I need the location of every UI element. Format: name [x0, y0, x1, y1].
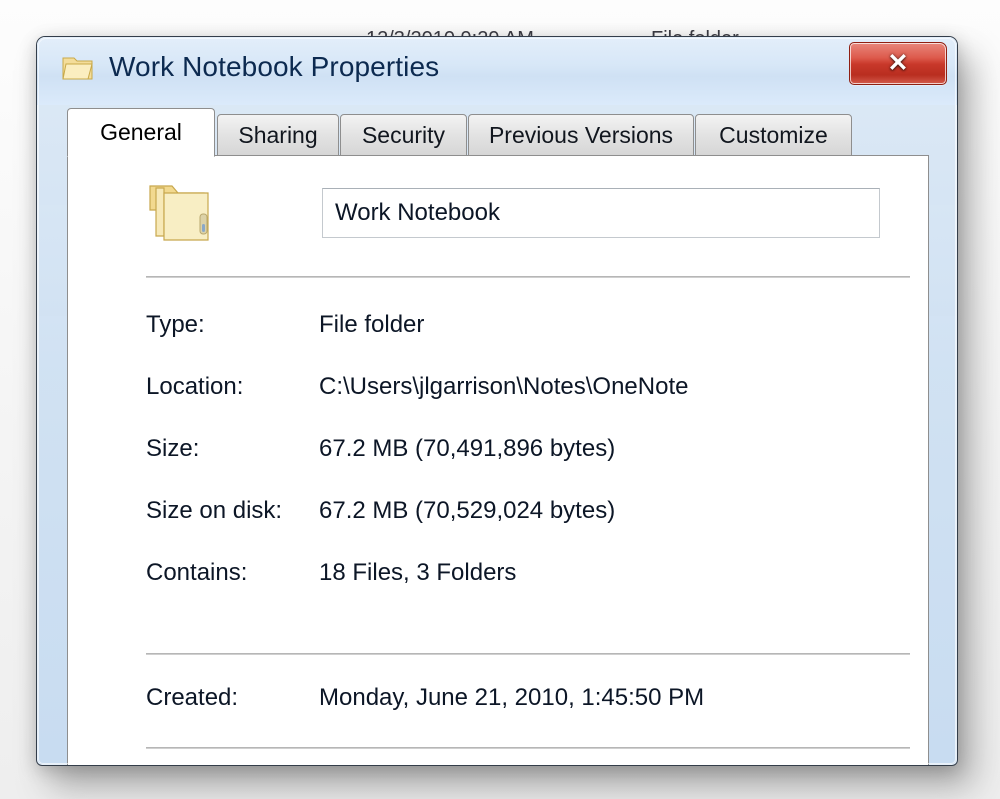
close-button[interactable]: ✕	[849, 42, 947, 85]
property-label: Size on disk:	[146, 497, 283, 524]
tab-customize-label: Customize	[719, 121, 828, 148]
close-icon: ✕	[887, 49, 909, 77]
property-value: File folder	[319, 311, 425, 338]
general-tab-panel: Type: File folder Location: C:\Users\jlg…	[67, 155, 929, 765]
tab-customize[interactable]: Customize	[695, 114, 852, 156]
folder-icon	[144, 176, 222, 248]
property-value: 18 Files, 3 Folders	[319, 559, 517, 586]
dialog-titlebar[interactable]: Work Notebook Properties ✕	[37, 37, 957, 105]
tab-previous-versions-label: Previous Versions	[488, 121, 674, 148]
tab-security[interactable]: Security	[340, 114, 467, 156]
property-row-size: Size: 67.2 MB (70,491,896 bytes)	[68, 435, 928, 497]
property-row-created: Created: Monday, June 21, 2010, 1:45:50 …	[68, 684, 928, 746]
property-row-type: Type: File folder	[68, 311, 928, 373]
property-label: Location:	[146, 373, 244, 400]
property-label: Contains:	[146, 559, 248, 586]
tab-general-label: General	[100, 119, 182, 145]
properties-dialog: Work Notebook Properties ✕ General Shari…	[36, 36, 958, 766]
tabstrip: General Sharing Security Previous Versio…	[67, 108, 929, 157]
property-value: 67.2 MB (70,529,024 bytes)	[319, 497, 616, 524]
property-label: Created:	[146, 684, 239, 711]
folder-icon	[61, 53, 95, 83]
property-row-contains: Contains: 18 Files, 3 Folders	[68, 559, 928, 621]
tab-previous-versions[interactable]: Previous Versions	[468, 114, 694, 156]
property-value: 67.2 MB (70,491,896 bytes)	[319, 435, 616, 462]
dialog-title: Work Notebook Properties	[109, 51, 440, 82]
property-value: Monday, June 21, 2010, 1:45:50 PM	[319, 684, 705, 711]
separator-bottom	[146, 747, 910, 749]
tab-sharing[interactable]: Sharing	[217, 114, 339, 156]
property-label: Type:	[146, 311, 205, 338]
property-row-location: Location: C:\Users\jlgarrison\Notes\OneN…	[68, 373, 928, 435]
tab-sharing-label: Sharing	[238, 121, 318, 148]
separator-top	[146, 276, 910, 278]
property-label: Size:	[146, 435, 200, 462]
property-value: C:\Users\jlgarrison\Notes\OneNote	[319, 373, 689, 400]
property-row-size-on-disk: Size on disk: 67.2 MB (70,529,024 bytes)	[68, 497, 928, 559]
property-list: Type: File folder Location: C:\Users\jlg…	[68, 311, 928, 621]
tab-general[interactable]: General	[67, 108, 215, 157]
folder-name-header	[68, 156, 928, 278]
folder-name-input[interactable]	[322, 188, 880, 238]
separator-middle	[146, 653, 910, 655]
tab-security-label: Security	[361, 121, 446, 148]
